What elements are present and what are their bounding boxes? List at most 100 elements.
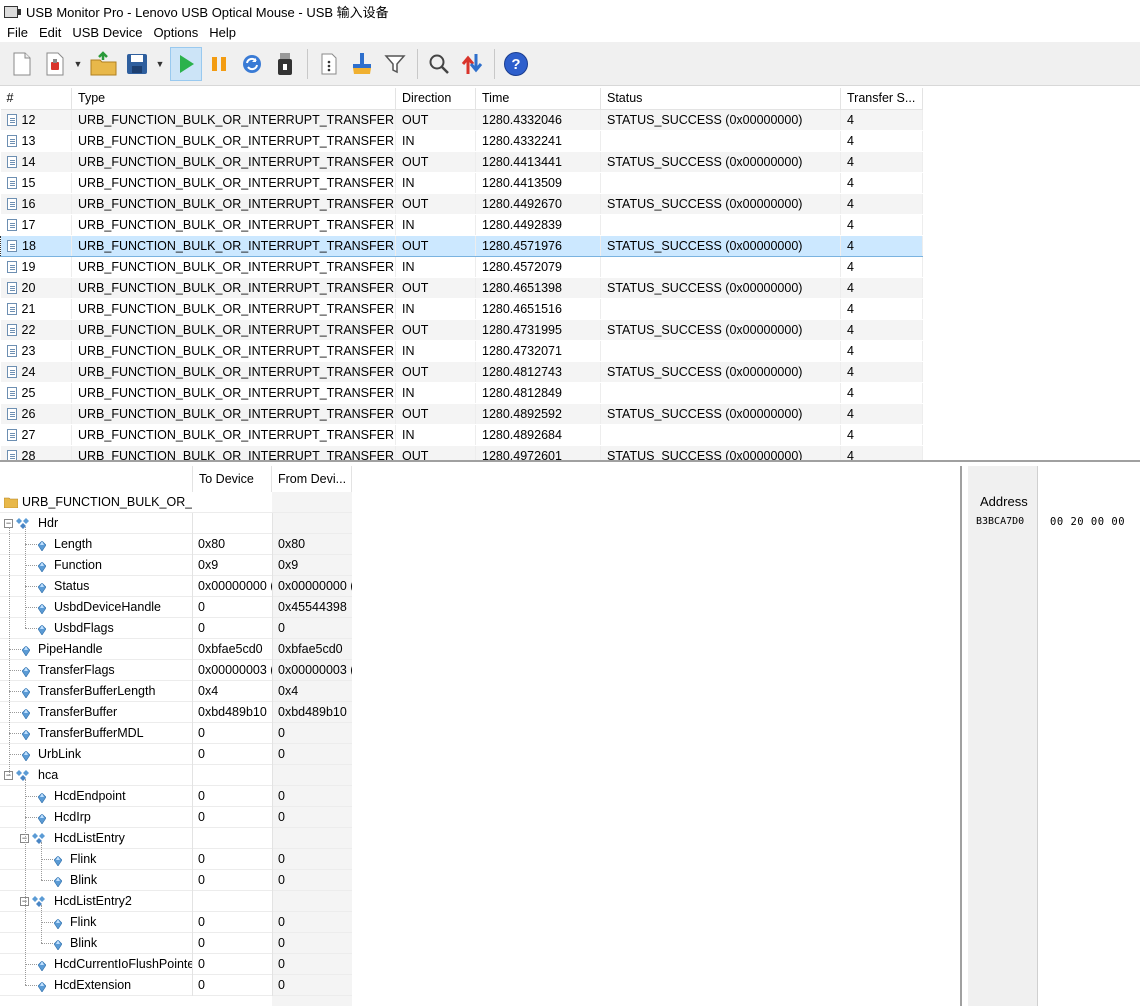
refresh-button[interactable] (236, 47, 268, 81)
transfer-row[interactable]: 25 URB_FUNCTION_BULK_OR_INTERRUPT_TRANSFE… (0, 382, 923, 404)
transfer-row[interactable]: 22 URB_FUNCTION_BULK_OR_INTERRUPT_TRANSFE… (0, 319, 923, 341)
tree-node-label: HcdListEntry (54, 831, 125, 845)
menu-options[interactable]: Options (150, 25, 204, 40)
hex-address: B3BCA7D0 (976, 516, 1025, 527)
open-folder-button[interactable] (88, 47, 120, 81)
open-capture-dropdown[interactable]: ▼ (72, 47, 84, 81)
tree-field-row[interactable]: Length 0x80 0x80 (0, 534, 352, 555)
transfer-direction-cell: IN (395, 340, 476, 362)
tree-connector (9, 712, 21, 713)
transfer-row[interactable]: 12 URB_FUNCTION_BULK_OR_INTERRUPT_TRANSFE… (0, 109, 923, 131)
tree-connector (25, 628, 37, 629)
hex-view[interactable]: Address B3BCA7D0 00 20 00 00 (966, 466, 1140, 1006)
tree-field-row[interactable]: PipeHandle 0xbfae5cd0 0xbfae5cd0 (0, 639, 352, 660)
transfer-time: 1280.4812849 (482, 385, 562, 400)
menu-help[interactable]: Help (206, 25, 242, 40)
tree-field-row[interactable]: TransferFlags 0x00000003 (0x00000003 ( (0, 660, 352, 681)
transfer-row[interactable]: 28 URB_FUNCTION_BULK_OR_INTERRUPT_TRANSFE… (0, 445, 923, 460)
transfer-row[interactable]: 17 URB_FUNCTION_BULK_OR_INTERRUPT_TRANSFE… (0, 214, 923, 236)
usb-device-button[interactable] (269, 47, 301, 81)
tree-struct-row[interactable]: − Hdr (0, 513, 352, 534)
transfer-list[interactable]: # Type Direction Time Status Transfer S.… (0, 88, 1140, 462)
transfer-row[interactable]: 27 URB_FUNCTION_BULK_OR_INTERRUPT_TRANSFE… (0, 424, 923, 446)
transfer-row[interactable]: 16 URB_FUNCTION_BULK_OR_INTERRUPT_TRANSFE… (0, 193, 923, 215)
transfer-number: 13 (21, 133, 36, 148)
clear-button[interactable] (346, 47, 378, 81)
tree-field-row[interactable]: UsbdDeviceHandle 0 0x45544398 (0, 597, 352, 618)
filter-button[interactable] (379, 47, 411, 81)
column-header-status[interactable]: Status (600, 88, 841, 110)
new-button[interactable] (6, 47, 38, 81)
tree-field-row[interactable]: Flink 0 0 (0, 849, 352, 870)
column-header-from-device[interactable]: From Devi... (272, 466, 352, 492)
transfer-row[interactable]: 20 URB_FUNCTION_BULK_OR_INTERRUPT_TRANSFE… (0, 277, 923, 299)
tree-field-row[interactable]: Blink 0 0 (0, 870, 352, 891)
column-header-to-device[interactable]: To Device (192, 466, 272, 492)
tree-field-row[interactable]: HcdCurrentIoFlushPointer 0 0 (0, 954, 352, 975)
tree-field-row[interactable]: HcdExtension 0 0 (0, 975, 352, 996)
tree-field-row[interactable]: UsbdFlags 0 0 (0, 618, 352, 639)
transfer-time-cell: 1280.4892684 (475, 424, 601, 446)
save-button[interactable] (121, 47, 153, 81)
tree-field-row[interactable]: Flink 0 0 (0, 912, 352, 933)
transfer-row[interactable]: 24 URB_FUNCTION_BULK_OR_INTERRUPT_TRANSFE… (0, 361, 923, 383)
start-button[interactable] (170, 46, 202, 81)
menu-usb-device[interactable]: USB Device (69, 25, 148, 40)
tree-node-label: Blink (70, 936, 98, 950)
tree-field-row[interactable]: Status 0x00000000 (0x00000000 ( (0, 576, 352, 597)
tree-field-row[interactable]: TransferBufferMDL 0 0 (0, 723, 352, 744)
transfer-direction-cell: OUT (395, 445, 476, 460)
column-header-transfer-size[interactable]: Transfer S... (840, 88, 923, 110)
menu-edit[interactable]: Edit (36, 25, 67, 40)
tree-connector (9, 754, 21, 755)
transfer-type: URB_FUNCTION_BULK_OR_INTERRUPT_TRANSFER (78, 112, 395, 127)
tree-field-row[interactable]: Function 0x9 0x9 (0, 555, 352, 576)
search-button[interactable] (423, 47, 455, 81)
transfer-status-cell (600, 298, 841, 320)
column-header-direction[interactable]: Direction (395, 88, 476, 110)
transfer-row[interactable]: 15 URB_FUNCTION_BULK_OR_INTERRUPT_TRANSFE… (0, 172, 923, 194)
column-header-number[interactable]: # (0, 88, 72, 110)
urb-detail-tree[interactable]: To Device From Devi... URB_FUNCTION_BULK… (0, 466, 962, 1006)
transfer-type-cell: URB_FUNCTION_BULK_OR_INTERRUPT_TRANSFER (71, 403, 396, 425)
transfer-row[interactable]: 26 URB_FUNCTION_BULK_OR_INTERRUPT_TRANSFE… (0, 403, 923, 425)
tree-field-row[interactable]: TransferBuffer 0xbd489b10 0xbd489b10 (0, 702, 352, 723)
transfer-row[interactable]: 14 URB_FUNCTION_BULK_OR_INTERRUPT_TRANSFE… (0, 151, 923, 173)
transfer-status-cell: STATUS_SUCCESS (0x00000000) (600, 151, 841, 173)
tree-field-row[interactable]: Blink 0 0 (0, 933, 352, 954)
from-device-value: 0x00000000 ( (272, 576, 352, 597)
transfer-row[interactable]: 13 URB_FUNCTION_BULK_OR_INTERRUPT_TRANSFE… (0, 130, 923, 152)
transfer-size: 4 (847, 301, 854, 316)
column-header-type[interactable]: Type (71, 88, 396, 110)
sort-button[interactable] (456, 47, 488, 81)
tree-field-row[interactable]: HcdIrp 0 0 (0, 807, 352, 828)
tree-field-row[interactable]: HcdEndpoint 0 0 (0, 786, 352, 807)
transfer-number: 12 (21, 112, 36, 127)
transfer-row[interactable]: 23 URB_FUNCTION_BULK_OR_INTERRUPT_TRANSFE… (0, 340, 923, 362)
tree-field-row[interactable]: TransferBufferLength 0x4 0x4 (0, 681, 352, 702)
tree-struct-row[interactable]: − hca (0, 765, 352, 786)
transfer-number: 22 (21, 322, 36, 337)
help-button[interactable]: ? (500, 47, 532, 81)
transfer-row[interactable]: 21 URB_FUNCTION_BULK_OR_INTERRUPT_TRANSFE… (0, 298, 923, 320)
tree-struct-row[interactable]: − HcdListEntry2 (0, 891, 352, 912)
folder-icon (3, 496, 19, 509)
from-device-value: 0 (272, 786, 352, 807)
transfer-number-cell: 22 (0, 319, 72, 341)
transfer-row[interactable]: 19 URB_FUNCTION_BULK_OR_INTERRUPT_TRANSFE… (0, 256, 923, 278)
tree-struct-row[interactable]: − HcdListEntry (0, 828, 352, 849)
menu-file[interactable]: File (4, 25, 34, 40)
transfer-row[interactable]: 18 URB_FUNCTION_BULK_OR_INTERRUPT_TRANSFE… (0, 234, 923, 257)
open-capture-button[interactable] (39, 47, 71, 81)
transfer-time-cell: 1280.4413509 (475, 172, 601, 194)
tree-field-row[interactable]: UrbLink 0 0 (0, 744, 352, 765)
column-header-time[interactable]: Time (475, 88, 601, 110)
pause-button[interactable] (203, 47, 235, 81)
details-button[interactable] (313, 47, 345, 81)
tree-root-row[interactable]: URB_FUNCTION_BULK_OR_IN (0, 492, 352, 513)
struct-icon (16, 769, 30, 781)
transfer-direction: IN (402, 217, 415, 232)
transfer-number: 19 (21, 259, 36, 274)
transfer-status-cell: STATUS_SUCCESS (0x00000000) (600, 403, 841, 425)
save-dropdown[interactable]: ▼ (154, 47, 166, 81)
